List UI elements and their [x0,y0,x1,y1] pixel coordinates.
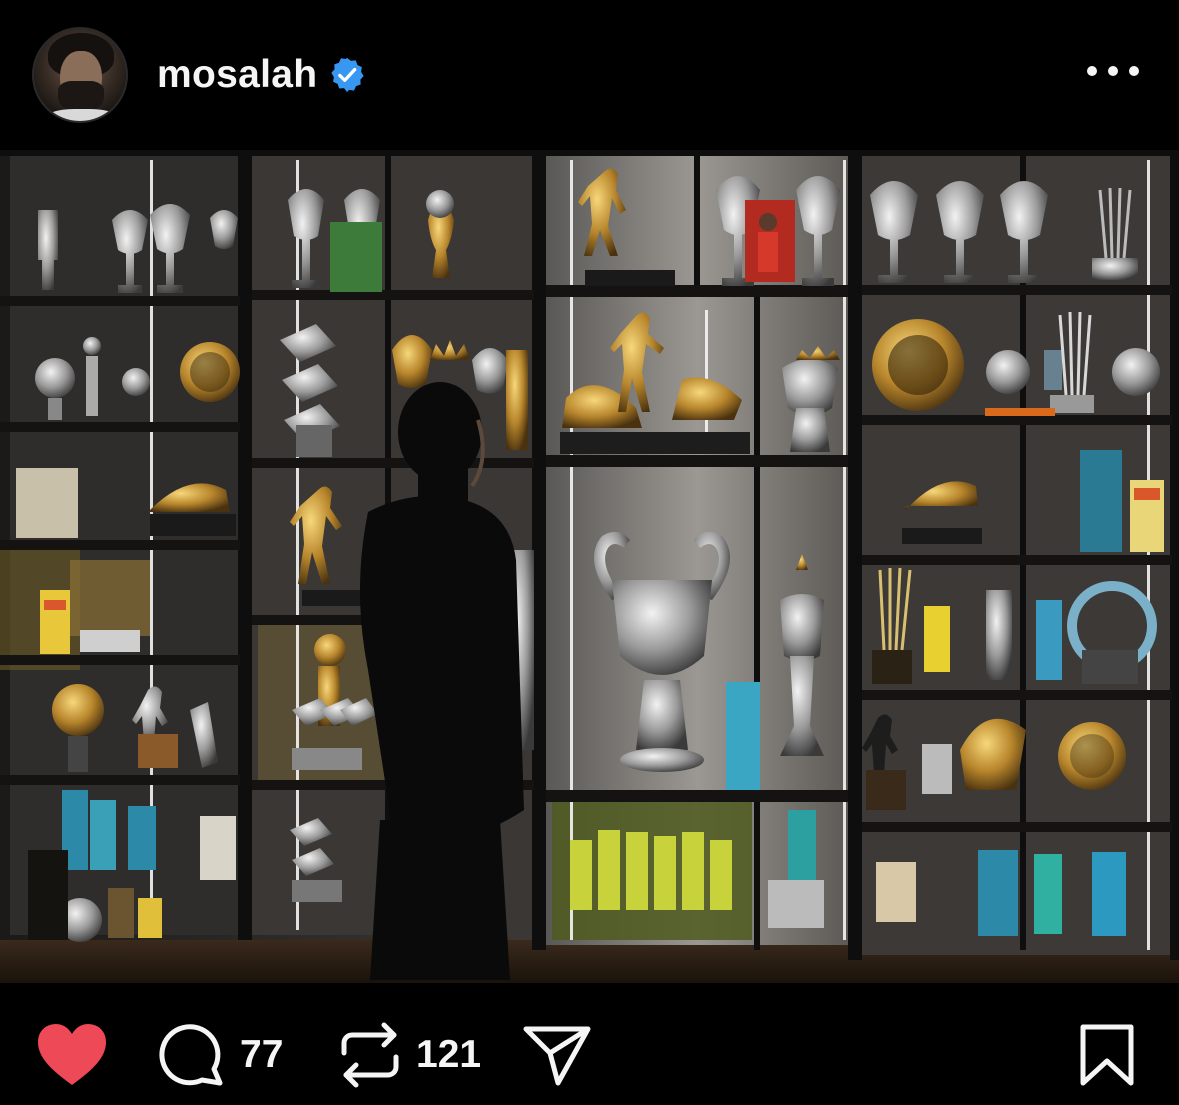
more-dot-icon [1129,66,1139,76]
verified-badge-icon [331,57,364,93]
repost-button[interactable]: 121 [338,1021,481,1089]
repost-icon [341,1022,399,1088]
like-button[interactable] [36,1023,108,1087]
repost-count: 121 [416,1033,482,1076]
share-button[interactable] [522,1023,592,1087]
more-dot-icon [1087,66,1097,76]
save-button[interactable] [1078,1023,1136,1087]
bookmark-icon [1080,1024,1134,1086]
comment-button[interactable]: 77 [158,1021,283,1089]
send-icon [523,1026,591,1086]
post-header: mosalah [0,0,1179,150]
username[interactable]: mosalah [157,53,317,97]
comment-icon [159,1024,223,1086]
more-dot-icon [1108,66,1118,76]
comment-count: 77 [240,1033,284,1076]
post-image[interactable] [0,150,1179,983]
more-options-button[interactable] [1087,58,1139,84]
avatar[interactable] [32,27,128,123]
action-bar: 77 121 [0,983,1179,1105]
heart-icon [38,1024,106,1085]
